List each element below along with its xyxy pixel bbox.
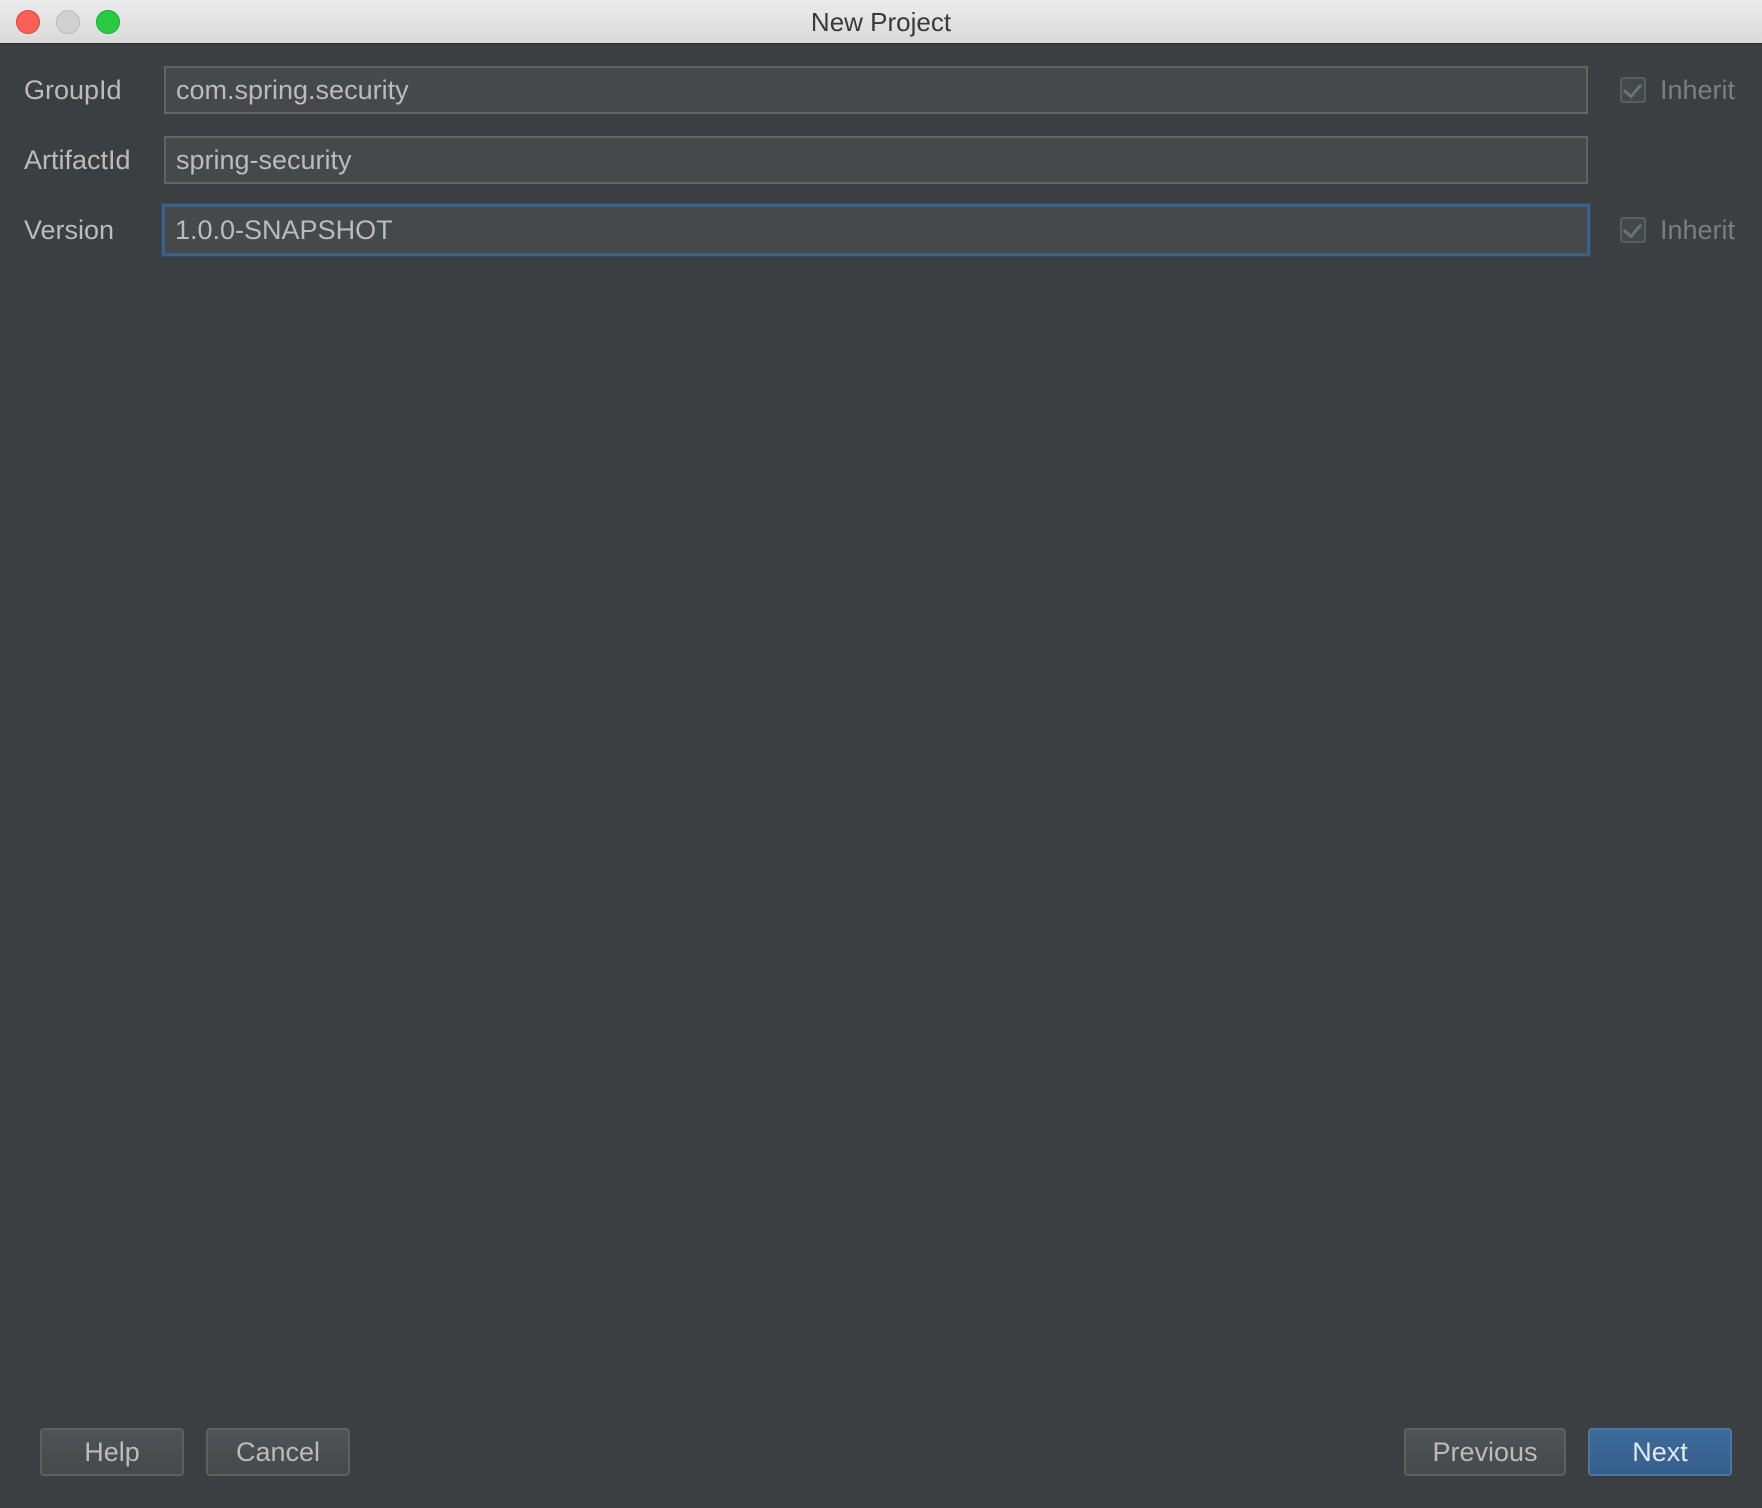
cancel-button[interactable]: Cancel: [206, 1428, 350, 1476]
artifact-id-row: ArtifactId: [0, 136, 1762, 184]
version-row: Version Inherit: [0, 204, 1762, 256]
group-id-inherit-label: Inherit: [1660, 74, 1736, 105]
group-id-inherit-checkbox[interactable]: Inherit: [1620, 66, 1735, 114]
new-project-window: New Project GroupId Inherit ArtifactId V…: [0, 0, 1762, 1508]
next-button[interactable]: Next: [1588, 1428, 1732, 1476]
title-bar: New Project: [0, 0, 1762, 44]
version-inherit-checkbox[interactable]: Inherit: [1620, 206, 1735, 254]
help-button[interactable]: Help: [40, 1428, 184, 1476]
group-id-label: GroupId: [24, 75, 122, 105]
artifact-id-input[interactable]: [164, 136, 1588, 184]
group-id-row: GroupId Inherit: [0, 66, 1762, 114]
version-label: Version: [24, 215, 115, 245]
version-input[interactable]: [162, 204, 1590, 256]
group-id-input[interactable]: [164, 66, 1588, 114]
previous-button[interactable]: Previous: [1404, 1428, 1566, 1476]
checkbox-checked-icon: [1620, 77, 1646, 103]
window-title: New Project: [810, 7, 952, 37]
artifact-id-label: ArtifactId: [24, 145, 131, 175]
version-inherit-label: Inherit: [1660, 214, 1736, 245]
checkbox-checked-icon: [1620, 217, 1646, 243]
